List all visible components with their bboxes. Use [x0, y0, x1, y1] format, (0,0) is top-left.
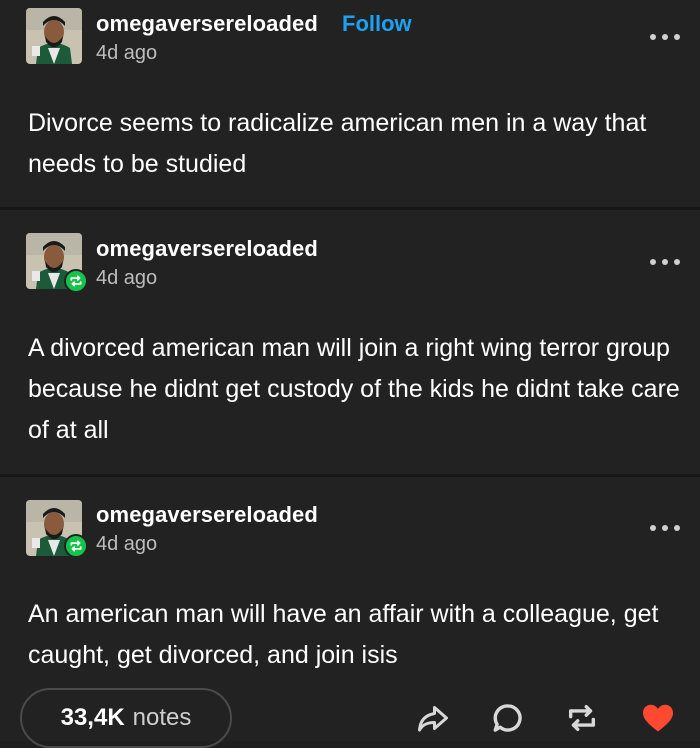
reblog-button[interactable] [562, 698, 602, 738]
share-icon [418, 706, 448, 732]
post-timestamp[interactable]: 4d ago [96, 42, 157, 65]
more-options-button[interactable] [650, 30, 680, 44]
reply-button[interactable] [488, 698, 528, 738]
more-dot-icon [674, 525, 680, 531]
reply-icon [493, 704, 522, 732]
like-button[interactable] [638, 698, 678, 738]
notes-count: 33,4K [60, 704, 125, 731]
avatar[interactable] [26, 8, 82, 64]
more-dot-icon [662, 525, 668, 531]
username[interactable]: omegaversereloaded [96, 502, 318, 528]
more-dot-icon [662, 34, 668, 40]
follow-button[interactable]: Follow [342, 11, 412, 37]
username[interactable]: omegaversereloaded [96, 236, 318, 262]
post-timestamp[interactable]: 4d ago [96, 267, 157, 290]
notes-button[interactable]: 33,4K notes [20, 688, 232, 748]
reblog-icon [568, 704, 596, 732]
post-reblog: omegaversereloaded 4d ago A divorced ame… [0, 210, 700, 474]
more-dot-icon [662, 259, 668, 265]
reblog-badge-icon [64, 534, 88, 558]
post-original: omegaversereloaded Follow 4d ago Divorce… [0, 0, 700, 207]
post-body-text: An american man will have an affair with… [28, 600, 659, 669]
heart-icon [643, 704, 673, 732]
more-dot-icon [674, 34, 680, 40]
more-options-button[interactable] [650, 255, 680, 269]
more-dot-icon [674, 259, 680, 265]
reblog-badge-icon [64, 269, 88, 293]
post-body-text: A divorced american man will join a righ… [28, 334, 680, 444]
username[interactable]: omegaversereloaded [96, 11, 318, 37]
more-dot-icon [650, 34, 656, 40]
more-options-button[interactable] [650, 521, 680, 535]
more-dot-icon [650, 525, 656, 531]
notes-label: notes [132, 704, 192, 731]
post-body-text: Divorce seems to radicalize american men… [28, 109, 647, 178]
post-timestamp[interactable]: 4d ago [96, 533, 157, 556]
more-dot-icon [650, 259, 656, 265]
share-button[interactable] [413, 698, 453, 738]
